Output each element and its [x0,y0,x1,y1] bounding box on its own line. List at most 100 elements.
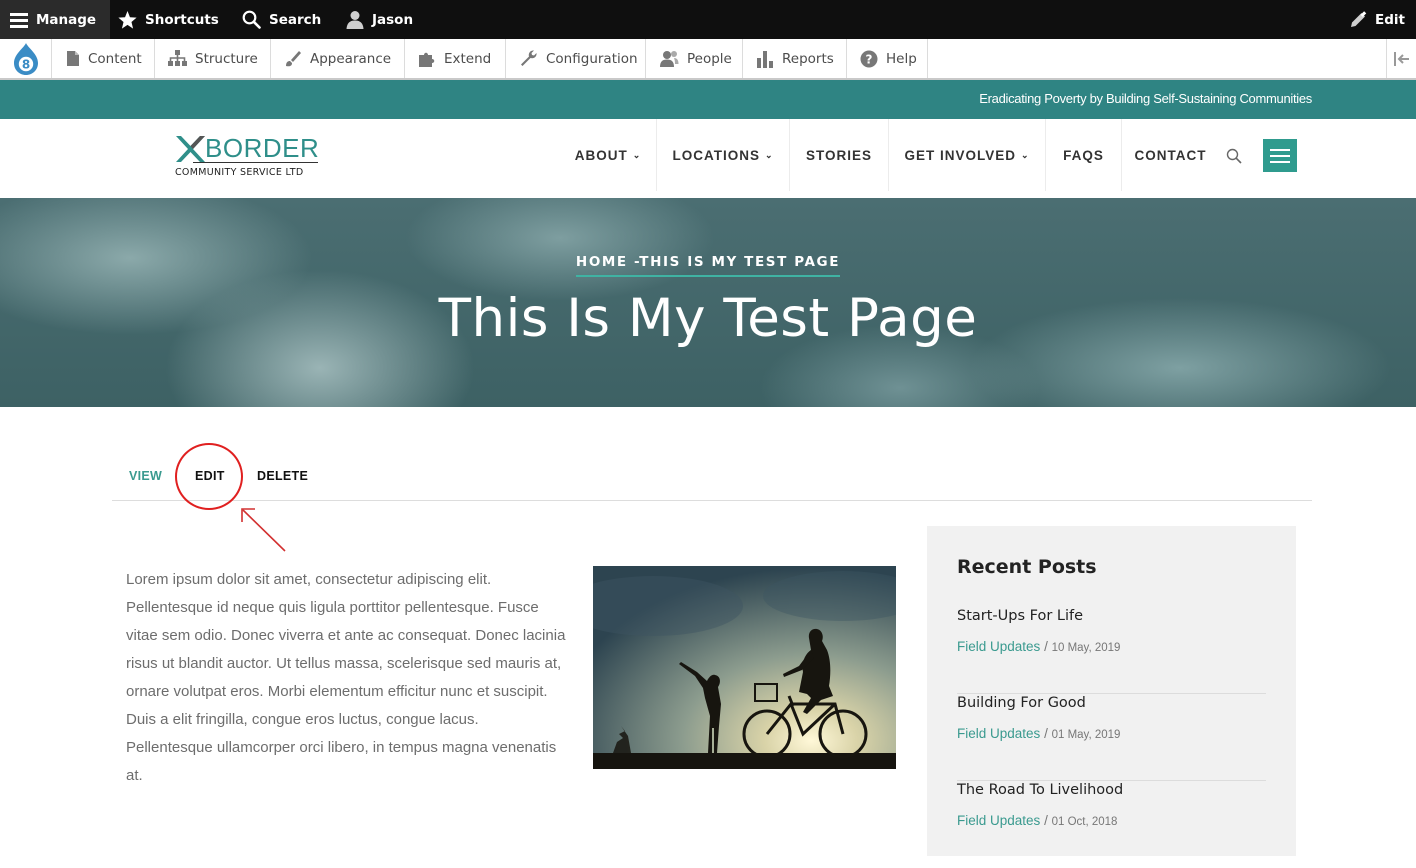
menu-bar [1270,160,1290,163]
edit-mode-button[interactable]: Edit [1350,0,1405,39]
nav-stories-label: STORIES [805,147,873,163]
sitemap-icon [168,50,187,66]
x-logo-mark [176,136,205,162]
admin-menu-people[interactable]: People [646,39,743,78]
admin-menu-help[interactable]: ? Help [847,39,928,78]
admin-menu-configuration-label: Configuration [546,50,638,67]
hamburger-icon [10,12,28,28]
search-icon[interactable] [1226,148,1242,164]
tagline-bar: Eradicating Poverty by Building Self-Sus… [0,80,1416,119]
user-icon [346,11,364,29]
admin-menu-people-label: People [687,50,732,67]
nav-contact-label: CONTACT [1134,147,1207,163]
admin-menu-help-label: Help [886,50,917,67]
admin-menu-configuration[interactable]: Configuration [506,39,646,78]
menu-toggle-button[interactable] [1263,139,1297,172]
collapse-tray-button[interactable] [1386,39,1416,78]
admin-menu-reports[interactable]: Reports [743,39,847,78]
drupal-home-link[interactable]: 8 [0,39,52,78]
recent-post: Building For Good Field Updates / 01 May… [957,695,1266,781]
post-meta-separator: / [1044,726,1048,741]
annotation-arrow-icon [241,508,286,552]
local-tasks-tabs: VIEW EDIT DELETE [112,458,1312,501]
tab-delete[interactable]: DELETE [257,469,308,483]
bar-chart-icon [757,50,773,68]
nav-locations[interactable]: LOCATIONS ⌄ [656,119,789,191]
search-label: Search [269,11,322,28]
menu-bar [1270,154,1290,157]
post-title[interactable]: The Road To Livelihood [957,782,1123,798]
nav-locations-label: LOCATIONS [672,147,760,163]
site-logo[interactable]: BORDER COMMUNITY SERVICE LTD [175,133,325,185]
edit-mode-label: Edit [1375,11,1405,28]
nav-about[interactable]: ABOUT ⌄ [560,119,656,191]
admin-menu-extend[interactable]: Extend [405,39,506,78]
post-meta-separator: / [1044,639,1048,654]
logo-divider [193,162,318,163]
shortcuts-label: Shortcuts [145,11,219,28]
content-image [593,566,896,769]
paintbrush-icon [286,50,301,66]
post-date: 01 Oct, 2018 [1051,816,1118,828]
nav-about-label: ABOUT [574,147,628,163]
nav-faqs[interactable]: FAQS [1045,119,1121,191]
post-meta: Field Updates / 01 Oct, 2018 [957,813,1117,828]
tab-view[interactable]: VIEW [129,469,162,483]
nav-faqs-label: FAQS [1063,147,1104,163]
hero-banner: HOME -THIS IS MY TEST PAGE This Is My Te… [0,198,1416,407]
admin-menu-structure-label: Structure [195,50,258,67]
post-category[interactable]: Field Updates [957,726,1040,741]
admin-menu-extend-label: Extend [444,50,492,67]
logo-wordmark: BORDER [205,133,320,163]
post-category[interactable]: Field Updates [957,813,1040,828]
annotation-circle [175,443,243,510]
svg-text:?: ? [866,52,873,66]
admin-menu-structure[interactable]: Structure [155,39,271,78]
help-icon: ? [860,50,878,67]
recent-post: The Road To Livelihood Field Updates / 0… [957,782,1266,868]
admin-menu-tray: 8 Content Structure Appearance Extend Co… [0,39,1416,80]
post-date: 01 May, 2019 [1051,729,1121,741]
drupal-drop-icon: 8 [13,42,38,75]
people-icon [660,51,679,67]
chevron-down-icon: ⌄ [764,149,774,160]
manage-label: Manage [36,11,97,28]
post-category[interactable]: Field Updates [957,639,1040,654]
menu-bar [1270,148,1290,151]
post-meta: Field Updates / 10 May, 2019 [957,639,1120,654]
chevron-down-icon: ⌄ [1020,149,1030,160]
wrench-icon [521,50,537,66]
puzzle-icon [419,52,435,67]
collapse-arrow-icon [1393,51,1409,66]
admin-menu-content-label: Content [88,50,142,67]
recent-post: Start-Ups For Life Field Updates / 10 Ma… [957,608,1266,694]
document-icon [67,51,79,66]
breadcrumb-text: HOME -THIS IS MY TEST PAGE [575,254,841,277]
admin-menu-appearance-label: Appearance [310,50,392,67]
nav-stories[interactable]: STORIES [789,119,888,191]
logo-subtitle: COMMUNITY SERVICE LTD [175,167,304,178]
chevron-down-icon: ⌄ [632,149,642,160]
nav-contact[interactable]: CONTACT [1121,119,1219,191]
search-icon [242,10,261,29]
pencil-icon [1351,11,1367,27]
star-icon [118,10,137,29]
silhouette-image [593,566,896,769]
admin-menu-content[interactable]: Content [53,39,155,78]
sidebar-title: Recent Posts [957,556,1097,578]
nav-get-involved[interactable]: GET INVOLVED ⌄ [888,119,1045,191]
body-text: Lorem ipsum dolor sit amet, consectetur … [126,571,566,784]
shortcuts-button[interactable]: Shortcuts [118,0,219,39]
user-button[interactable]: Jason [346,0,413,39]
breadcrumb: HOME -THIS IS MY TEST PAGE [0,254,1416,277]
post-title[interactable]: Start-Ups For Life [957,608,1083,624]
recent-posts-sidebar: Recent Posts Start-Ups For Life Field Up… [927,526,1296,856]
nav-get-involved-label: GET INVOLVED [904,147,1016,163]
admin-menu-appearance[interactable]: Appearance [271,39,405,78]
user-label: Jason [372,11,414,28]
admin-toolbar: Manage Shortcuts Search Jason Edit [0,0,1416,39]
search-button[interactable]: Search [242,0,321,39]
manage-button[interactable]: Manage [0,0,110,39]
admin-menu-reports-label: Reports [782,50,834,67]
post-title[interactable]: Building For Good [957,695,1086,711]
